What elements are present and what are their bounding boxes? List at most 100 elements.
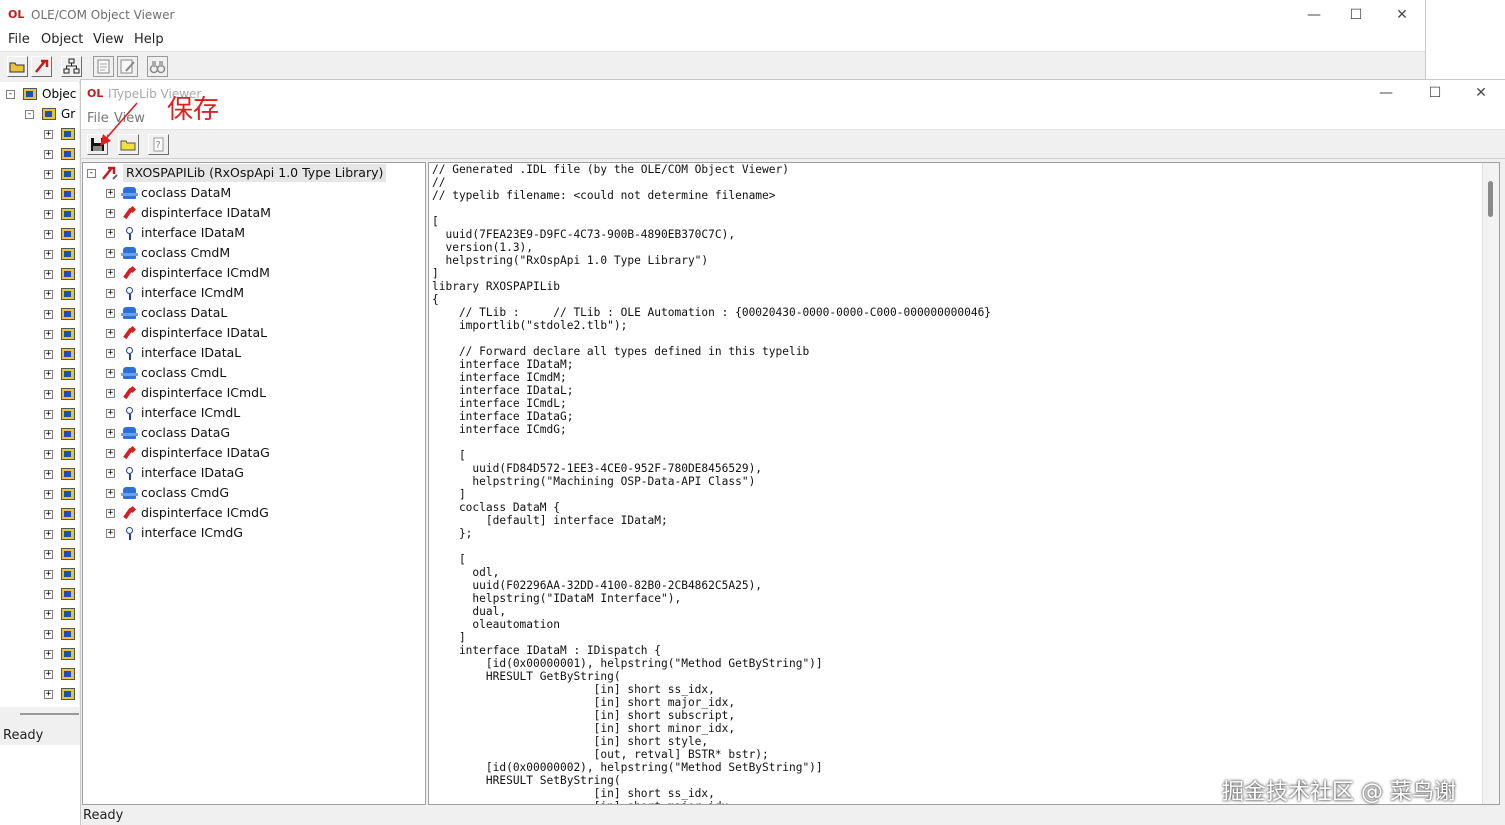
expand-icon[interactable]: +: [106, 449, 115, 458]
scrollbar-thumb[interactable]: [1488, 181, 1493, 217]
expand-icon[interactable]: +: [106, 269, 115, 278]
expand-icon[interactable]: +: [44, 150, 53, 159]
typelib-tree-item-label: coclass DataL: [141, 305, 228, 320]
coclass-icon: [121, 307, 138, 319]
interface-icon: [123, 287, 136, 300]
expand-icon[interactable]: +: [44, 550, 53, 559]
expand-icon[interactable]: +: [106, 489, 115, 498]
expand-icon[interactable]: +: [106, 309, 115, 318]
typelib-tree-item-label: dispinterface IDataG: [141, 445, 270, 460]
expand-icon[interactable]: +: [44, 670, 53, 679]
expand-icon[interactable]: +: [44, 170, 53, 179]
ole-menu-help[interactable]: Help: [134, 32, 164, 47]
expand-icon[interactable]: +: [44, 310, 53, 319]
tree-view-button[interactable]: [61, 56, 82, 77]
expand-icon[interactable]: +: [44, 330, 53, 339]
typelib-tree-item-label: coclass DataG: [141, 425, 231, 440]
expand-icon[interactable]: +: [106, 349, 115, 358]
expand-icon[interactable]: +: [44, 510, 53, 519]
expand-icon[interactable]: +: [106, 229, 115, 238]
expand-icon[interactable]: +: [106, 469, 115, 478]
idl-vertical-scrollbar[interactable]: [1482, 163, 1499, 804]
expand-icon[interactable]: +: [44, 210, 53, 219]
expand-icon[interactable]: +: [106, 529, 115, 538]
library-icon: [61, 268, 75, 280]
expand-icon[interactable]: +: [106, 289, 115, 298]
typelib-icon: [102, 166, 118, 180]
watermark: 掘金技术社区 @ 菜鸟谢: [1222, 780, 1456, 805]
typelib-tree-pane: - RXOSPAPILib (RxOspApi 1.0 Type Library…: [82, 162, 426, 805]
expand-icon[interactable]: +: [44, 590, 53, 599]
coclass-icon: [121, 427, 138, 439]
expand-icon[interactable]: +: [106, 249, 115, 258]
expand-icon[interactable]: +: [44, 250, 53, 259]
find-button[interactable]: [147, 56, 168, 77]
expand-icon[interactable]: +: [44, 610, 53, 619]
dispinterface-icon: [123, 267, 136, 279]
typelib-maximize-button[interactable]: ☐: [1412, 80, 1458, 107]
expand-icon[interactable]: +: [106, 389, 115, 398]
expand-icon[interactable]: +: [44, 650, 53, 659]
collapse-icon[interactable]: -: [6, 90, 15, 99]
expand-icon[interactable]: +: [44, 390, 53, 399]
view-button-1[interactable]: [93, 56, 114, 77]
collapse-icon[interactable]: -: [87, 169, 96, 178]
view-button-2[interactable]: [117, 56, 138, 77]
expand-icon[interactable]: +: [44, 410, 53, 419]
help-button[interactable]: ?: [148, 134, 169, 155]
ole-maximize-button[interactable]: ☐: [1333, 0, 1379, 30]
ole-close-button[interactable]: ✕: [1379, 0, 1425, 30]
ole-menu-file[interactable]: File: [8, 32, 30, 47]
expand-icon[interactable]: +: [106, 209, 115, 218]
library-icon: [61, 208, 75, 220]
expand-icon[interactable]: +: [44, 230, 53, 239]
expand-icon[interactable]: +: [44, 690, 53, 699]
coclass-icon: [121, 367, 138, 379]
library-icon: [61, 648, 75, 660]
expand-icon[interactable]: +: [44, 570, 53, 579]
library-icon: [61, 248, 75, 260]
expand-icon[interactable]: +: [44, 290, 53, 299]
library-icon: [61, 628, 75, 640]
dispinterface-icon: [123, 507, 136, 519]
typelib-minimize-button[interactable]: —: [1363, 80, 1409, 107]
library-icon: [61, 288, 75, 300]
expand-icon[interactable]: +: [44, 130, 53, 139]
ole-status-bar: Ready: [0, 727, 79, 745]
idl-code-pane[interactable]: // Generated .IDL file (by the OLE/COM O…: [428, 162, 1500, 805]
expand-icon[interactable]: +: [44, 530, 53, 539]
coclass-icon: [121, 187, 138, 199]
collapse-icon[interactable]: -: [25, 110, 34, 119]
open-folder-button[interactable]: [7, 56, 28, 77]
expand-icon[interactable]: +: [44, 490, 53, 499]
expand-icon[interactable]: +: [44, 270, 53, 279]
expand-icon[interactable]: +: [44, 350, 53, 359]
typelib-tree-item-label: coclass CmdG: [141, 485, 230, 500]
expand-icon[interactable]: +: [106, 509, 115, 518]
annotation-arrow: [100, 102, 138, 146]
expand-icon[interactable]: +: [44, 630, 53, 639]
plug-icon: [35, 59, 49, 73]
connect-button[interactable]: [31, 56, 52, 77]
ole-menu-object[interactable]: Object: [41, 32, 83, 47]
expand-icon[interactable]: +: [44, 470, 53, 479]
dispinterface-icon: [123, 447, 136, 459]
expand-icon[interactable]: +: [106, 189, 115, 198]
interface-icon: [123, 227, 136, 240]
expand-icon[interactable]: +: [44, 190, 53, 199]
expand-icon[interactable]: +: [44, 370, 53, 379]
expand-icon[interactable]: +: [106, 329, 115, 338]
ole-tree-hscroll[interactable]: [20, 713, 79, 715]
expand-icon[interactable]: +: [106, 369, 115, 378]
typelib-close-button[interactable]: ✕: [1458, 80, 1504, 107]
expand-icon[interactable]: +: [44, 450, 53, 459]
ole-minimize-button[interactable]: —: [1291, 0, 1337, 30]
library-icon: [61, 408, 75, 420]
typelib-toolbar: ?: [81, 130, 1505, 159]
expand-icon[interactable]: +: [44, 430, 53, 439]
expand-icon[interactable]: +: [106, 409, 115, 418]
expand-icon[interactable]: +: [106, 429, 115, 438]
typelib-tree-root-label: RXOSPAPILib (RxOspApi 1.0 Type Library): [123, 164, 387, 182]
typelib-status-bar: Ready: [81, 807, 426, 825]
ole-menu-view[interactable]: View: [93, 32, 124, 47]
